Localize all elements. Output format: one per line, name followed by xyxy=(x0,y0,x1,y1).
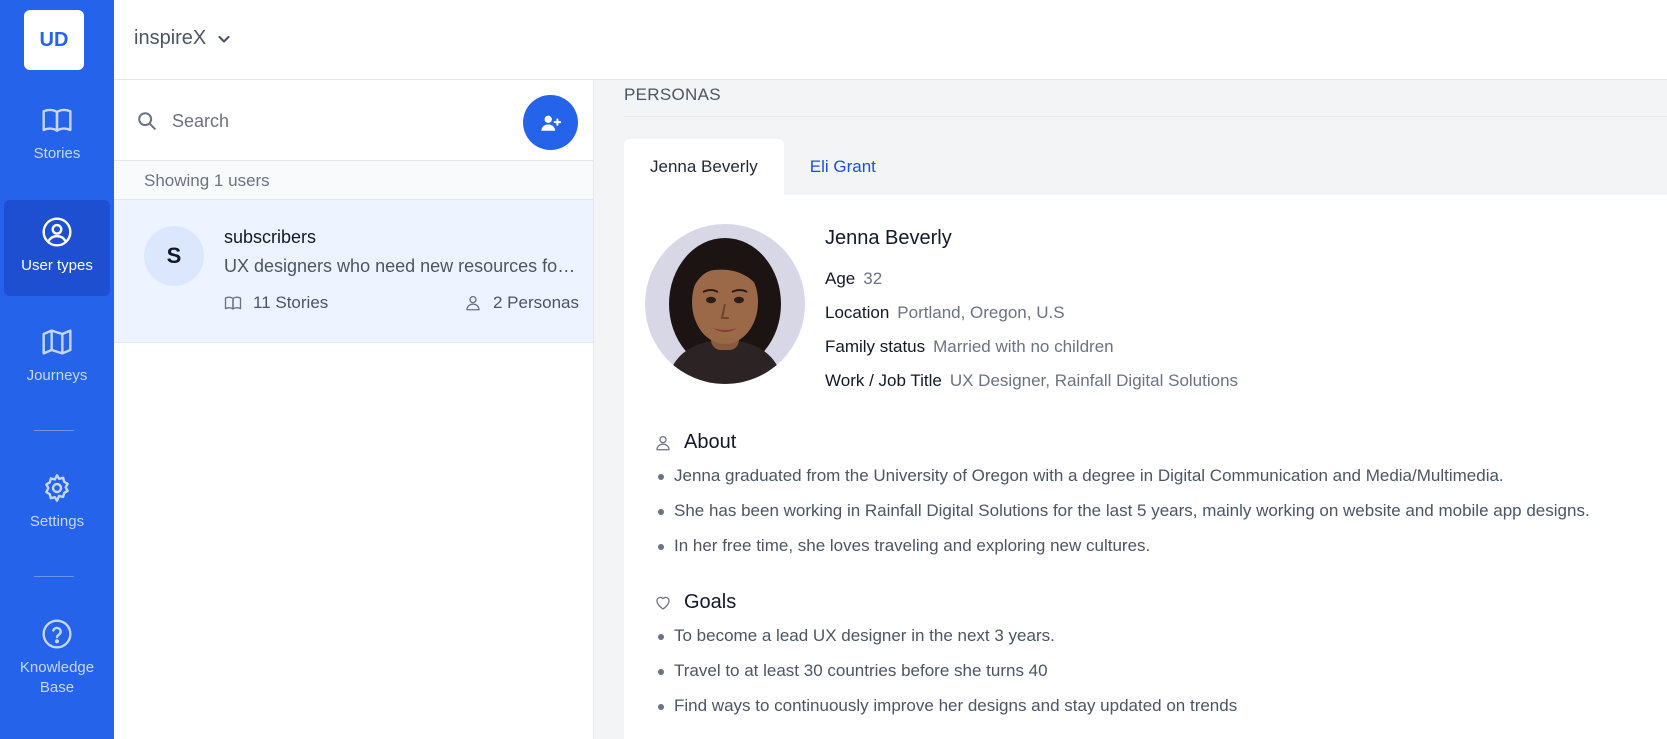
workspace-switcher[interactable]: inspireX xyxy=(134,27,232,50)
goals-heading: Goals xyxy=(654,591,736,614)
top-bar: inspireX xyxy=(114,0,1667,80)
field-value: Married with no children xyxy=(933,337,1114,356)
persona-field-location: Location Portland, Oregon, U.S xyxy=(825,303,1065,323)
persona-card: Jenna Beverly Age 32 Location Portland, Or… xyxy=(624,195,1667,739)
nav-divider xyxy=(34,576,74,577)
nav-settings[interactable]: Settings xyxy=(4,472,110,544)
persona-field-family-status: Family status Married with no children xyxy=(825,337,1114,357)
list-item: To become a lead UX designer in the next… xyxy=(654,623,1237,658)
persona-field-job-title: Work / Job Title UX Designer, Rainfall Di… xyxy=(825,371,1238,391)
nav-journeys[interactable]: Journeys xyxy=(4,326,110,398)
book-open-icon xyxy=(224,296,242,310)
book-open-icon xyxy=(42,108,72,132)
stories-count-label: 11 Stories xyxy=(253,293,329,312)
list-item: Jenna graduated from the University of O… xyxy=(654,463,1590,498)
field-label: Family status xyxy=(825,337,926,356)
nav-divider xyxy=(34,430,74,431)
nav-settings-label: Settings xyxy=(29,513,85,530)
field-label: Work / Job Title xyxy=(825,371,942,390)
help-circle-icon xyxy=(42,619,72,649)
app-logo[interactable]: UD xyxy=(24,10,84,70)
workspace-name: inspireX xyxy=(134,27,207,49)
side-navigation: UD Stories User types Journeys Settings … xyxy=(0,0,114,739)
user-icon xyxy=(656,435,670,450)
nav-stories[interactable]: Stories xyxy=(4,104,110,176)
list-item: Find ways to continuously improve her de… xyxy=(654,693,1237,728)
user-type-card[interactable]: S subscribers UX designers who need new … xyxy=(114,200,593,343)
nav-user-types-label: User types xyxy=(21,257,93,274)
about-heading: About xyxy=(654,431,736,454)
field-label: Age xyxy=(825,269,856,288)
nav-journeys-label: Journeys xyxy=(26,367,88,384)
user-type-meta: 11 Stories 2 Personas xyxy=(224,293,579,313)
user-plus-icon xyxy=(540,115,561,131)
section-title: PERSONAS xyxy=(624,85,721,104)
goals-list: To become a lead UX designer in the next… xyxy=(654,623,1237,728)
about-title: About xyxy=(684,431,737,453)
nav-knowledge-base[interactable]: Knowledge Base xyxy=(4,618,110,718)
user-types-list: Showing 1 users S subscribers UX designe… xyxy=(114,80,594,739)
field-label: Location xyxy=(825,303,890,322)
nav-knowledge-base-label: Knowledge Base xyxy=(19,659,95,696)
goals-title: Goals xyxy=(684,591,737,613)
persona-name: Jenna Beverly xyxy=(825,227,952,249)
list-item: Travel to at least 30 countries before s… xyxy=(654,658,1237,693)
section-divider xyxy=(624,116,1667,117)
search-bar xyxy=(114,80,593,161)
map-icon xyxy=(42,329,72,355)
user-circle-icon xyxy=(42,217,72,247)
user-type-name: subscribers xyxy=(224,227,317,247)
field-value: UX Designer, Rainfall Digital Solutions xyxy=(949,371,1239,390)
nav-user-types[interactable]: User types xyxy=(4,200,110,296)
personas-panel: PERSONAS Jenna Beverly Eli Grant Jenna B… xyxy=(594,80,1667,739)
search-icon xyxy=(136,110,158,132)
nav-stories-label: Stories xyxy=(33,145,81,162)
about-list: Jenna graduated from the University of O… xyxy=(654,463,1590,568)
heart-icon xyxy=(656,596,670,610)
user-icon xyxy=(466,295,480,311)
gear-icon xyxy=(45,474,69,502)
personas-count: 2 Personas xyxy=(464,293,579,313)
list-item: She has been working in Rainfall Digital… xyxy=(654,498,1590,533)
field-value: 32 xyxy=(863,269,883,288)
stories-count: 11 Stories xyxy=(224,293,328,313)
add-user-type-button[interactable] xyxy=(523,95,578,150)
tab-jenna-beverly[interactable]: Jenna Beverly xyxy=(624,139,784,195)
list-item: In her free time, she loves traveling an… xyxy=(654,533,1590,568)
personas-count-label: 2 Personas xyxy=(493,293,579,312)
search-input[interactable] xyxy=(172,106,512,136)
results-count: Showing 1 users xyxy=(114,161,593,200)
persona-tabs: Jenna Beverly Eli Grant xyxy=(624,139,902,195)
chevron-down-icon xyxy=(218,35,230,43)
user-type-description: UX designers who need new resources for … xyxy=(224,256,579,276)
persona-photo xyxy=(645,224,805,384)
user-type-avatar: S xyxy=(144,226,204,286)
field-value: Portland, Oregon, U.S xyxy=(897,303,1065,322)
persona-field-age: Age 32 xyxy=(825,269,882,289)
tab-eli-grant[interactable]: Eli Grant xyxy=(784,139,902,195)
